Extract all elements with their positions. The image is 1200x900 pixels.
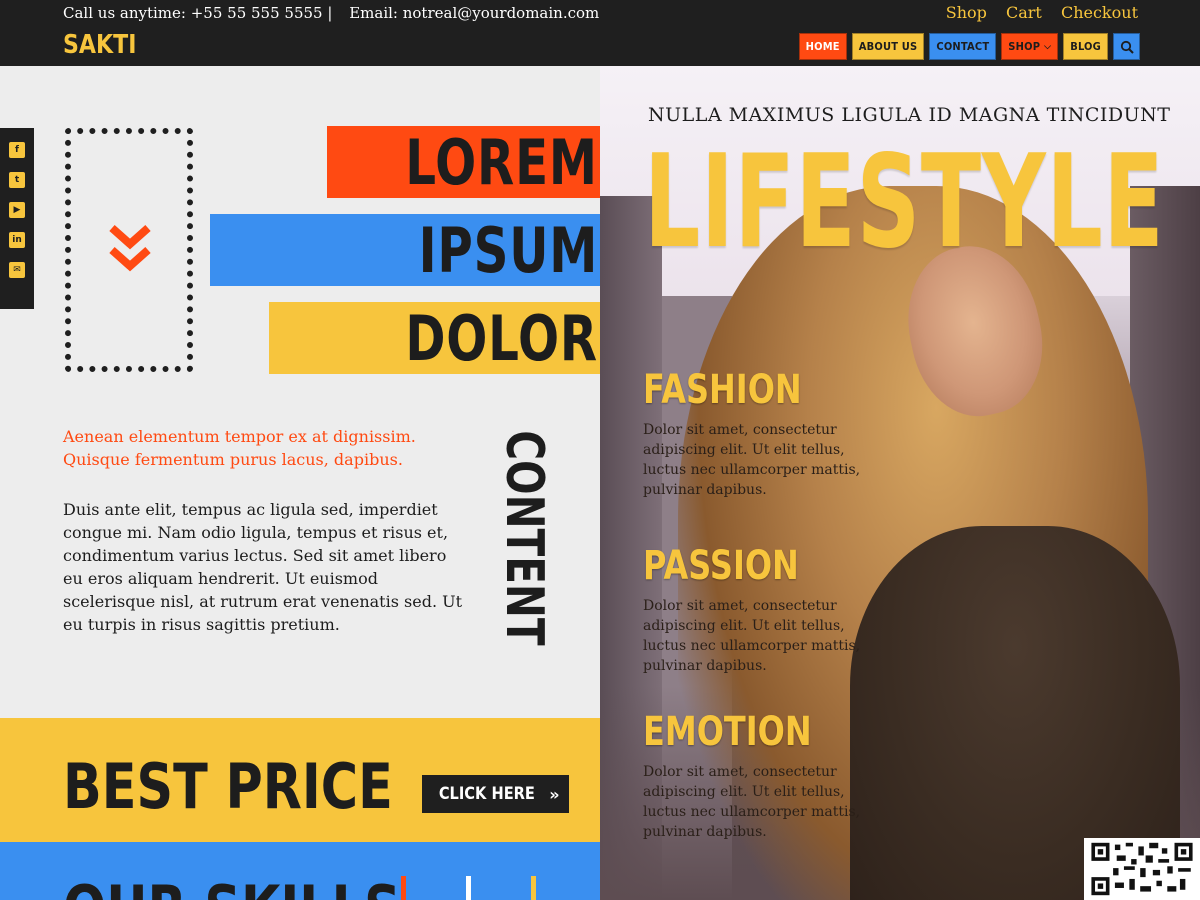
skill-bar [466, 876, 471, 900]
click-here-label: CLICK HERE [439, 784, 536, 804]
menu-item-about[interactable]: ABOUT US [851, 33, 925, 60]
site-logo[interactable]: SAKTI [63, 30, 136, 60]
feature-emotion: EMOTION Dolor sit amet, consectetur adip… [643, 710, 873, 842]
feature-text: Dolor sit amet, consectetur adipiscing e… [643, 764, 861, 840]
vertical-heading-text: CONTENT [494, 430, 554, 646]
heading-band-ipsum: IPSUM [210, 213, 620, 287]
best-price-title: BEST PRICE [63, 750, 393, 823]
cover-kicker: NULLA MAXIMUS LIGULA ID MAGNA TINCIDUNT [648, 104, 1171, 126]
heading-dolor: DOLOR [405, 301, 598, 375]
social-sidebar: f t ▶ in ✉ [0, 128, 34, 309]
menu-item-shop-label: SHOP [1008, 40, 1041, 53]
heading-lorem: LOREM [405, 125, 598, 199]
feature-text: Dolor sit amet, consectetur adipiscing e… [643, 422, 861, 498]
skill-bar [401, 876, 406, 900]
heading-band-dolor: DOLOR [269, 301, 620, 375]
double-chevron-down-icon[interactable] [108, 222, 152, 276]
facebook-icon[interactable]: f [9, 142, 25, 158]
feature-passion: PASSION Dolor sit amet, consectetur adip… [643, 544, 873, 676]
twitter-icon[interactable]: t [9, 172, 25, 188]
menu-item-contact[interactable]: CONTACT [929, 33, 997, 60]
youtube-icon[interactable]: ▶ [9, 202, 25, 218]
double-chevron-right-icon: » [549, 784, 560, 804]
skill-bar [531, 876, 536, 900]
checkout-link[interactable]: Checkout [1061, 3, 1138, 22]
magazine-cover: NULLA MAXIMUS LIGULA ID MAGNA TINCIDUNT … [600, 66, 1200, 900]
contact-info: Call us anytime: +55 55 555 5555 | Email… [63, 4, 599, 22]
feature-title: FASHION [643, 367, 802, 413]
menu-item-blog[interactable]: BLOG [1063, 33, 1108, 60]
feature-fashion: FASHION Dolor sit amet, consectetur adip… [643, 368, 873, 500]
lead-text: Aenean elementum tempor ex at dignissim.… [63, 427, 416, 469]
menu-item-home[interactable]: HOME [798, 33, 847, 60]
feature-title: PASSION [643, 543, 799, 589]
cart-link[interactable]: Cart [1006, 3, 1042, 22]
phone-text: Call us anytime: +55 55 555 5555 | [63, 4, 333, 22]
feature-title: EMOTION [643, 709, 812, 755]
top-bar: Call us anytime: +55 55 555 5555 | Email… [0, 0, 1200, 66]
skills-section: OUR SKILLS [0, 842, 600, 900]
shop-links: Shop Cart Checkout [932, 3, 1138, 22]
body-text: Duis ante elit, tempus ac ligula sed, im… [63, 500, 463, 634]
chevron-down-icon: ⌵ [1044, 41, 1052, 52]
linkedin-icon[interactable]: in [9, 232, 25, 248]
vertical-heading: CONTENT [494, 428, 554, 648]
best-price-section: BEST PRICE CLICK HERE » [0, 718, 600, 842]
email-icon[interactable]: ✉ [9, 262, 25, 278]
qr-code-icon [1084, 838, 1200, 900]
search-button[interactable] [1113, 33, 1140, 60]
feature-text: Dolor sit amet, consectetur adipiscing e… [643, 598, 861, 674]
heading-band-lorem: LOREM [327, 125, 620, 199]
cover-headline: LIFESTYLE [644, 128, 1165, 277]
main-menu: HOME ABOUT US CONTACT SHOP ⌵ BLOG [798, 33, 1140, 60]
shop-link[interactable]: Shop [946, 3, 987, 22]
click-here-button[interactable]: CLICK HERE » [422, 775, 569, 813]
skills-title: OUR SKILLS [63, 872, 401, 900]
search-icon [1120, 40, 1134, 54]
menu-item-shop[interactable]: SHOP ⌵ [1001, 33, 1059, 60]
heading-ipsum: IPSUM [418, 213, 598, 287]
email-text: Email: notreal@yourdomain.com [349, 4, 600, 22]
